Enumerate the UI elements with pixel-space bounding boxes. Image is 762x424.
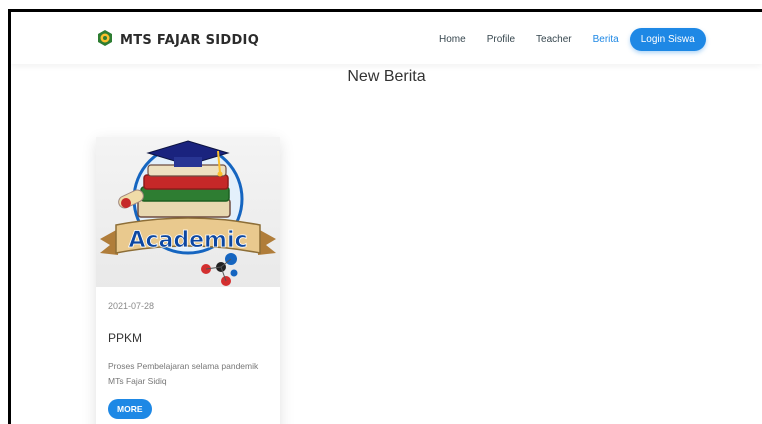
news-title[interactable]: PPKM	[108, 331, 268, 345]
nav-berita[interactable]: Berita	[593, 34, 619, 45]
nav-teacher[interactable]: Teacher	[536, 34, 572, 45]
login-siswa-button[interactable]: Login Siswa	[629, 28, 706, 51]
brand[interactable]: MTS FAJAR SIDDIQ	[96, 29, 259, 52]
news-date: 2021-07-28	[108, 301, 155, 311]
nav-profile[interactable]: Profile	[487, 34, 515, 45]
page-title: New Berita	[347, 68, 426, 85]
nav-home[interactable]: Home	[439, 34, 466, 45]
browser-viewport: MTS FAJAR SIDDIQ Home Profile Teacher Be…	[8, 9, 762, 424]
image-academic-text: Academic	[128, 228, 247, 253]
top-navbar: MTS FAJAR SIDDIQ Home Profile Teacher Be…	[11, 12, 762, 64]
news-card-body: 2021-07-28 PPKM Proses Pembelajaran sela…	[96, 287, 280, 424]
more-button[interactable]: MORE	[108, 399, 152, 419]
news-card: Academic 2021-07-28 PPKM Proses Pembelaj…	[96, 137, 280, 424]
nav-links: Home Profile Teacher Berita Login Siswa	[439, 28, 706, 51]
school-emblem-icon	[96, 29, 114, 52]
brand-name: MTS FAJAR SIDDIQ	[120, 33, 260, 48]
academic-books-graduation-cap-image[interactable]: Academic	[96, 137, 280, 287]
news-description: Proses Pembelajaran selama pandemik MTs …	[108, 361, 259, 386]
